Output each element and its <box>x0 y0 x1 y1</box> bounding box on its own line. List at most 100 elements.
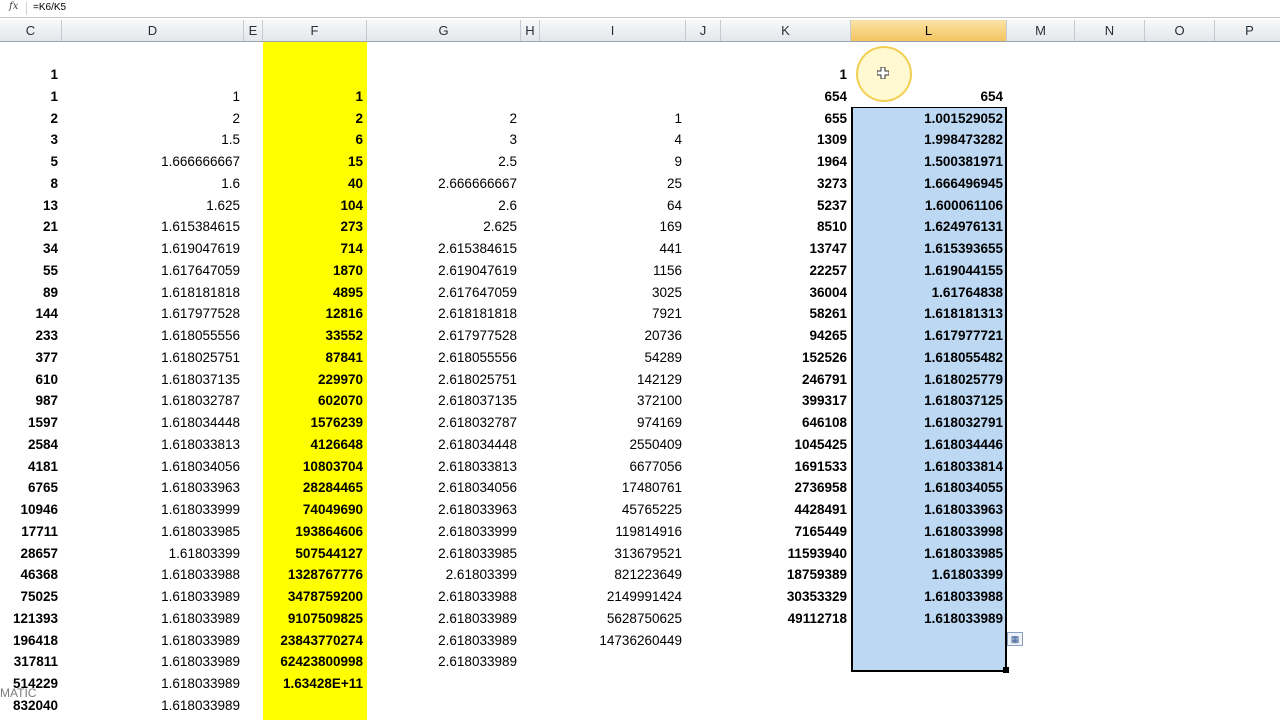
column-header-M[interactable]: M <box>1007 20 1075 41</box>
cell-K[interactable]: 399317 <box>721 390 847 412</box>
cell-I[interactable]: 372100 <box>540 390 682 412</box>
cell-C[interactable]: 28657 <box>0 543 58 565</box>
cell-G[interactable]: 2 <box>367 108 517 130</box>
cell-G[interactable]: 2.619047619 <box>367 260 517 282</box>
cell-L[interactable]: 1.615393655 <box>851 238 1003 260</box>
cell-L[interactable]: 1.618055482 <box>851 347 1003 369</box>
cell-L[interactable]: 1.624976131 <box>851 216 1003 238</box>
cell-K[interactable]: 49112718 <box>721 608 847 630</box>
cell-I[interactable]: 64 <box>540 195 682 217</box>
cell-C[interactable]: 196418 <box>0 630 58 652</box>
cell-K[interactable]: 7165449 <box>721 521 847 543</box>
cell-K[interactable]: 30353329 <box>721 586 847 608</box>
cell-L[interactable]: 1.618033989 <box>851 608 1003 630</box>
cell-C[interactable]: 46368 <box>0 564 58 586</box>
cell-G[interactable]: 2.615384615 <box>367 238 517 260</box>
cell-K[interactable]: 246791 <box>721 369 847 391</box>
cell-L[interactable]: 1.001529052 <box>851 108 1003 130</box>
cell-D[interactable]: 1.618055556 <box>62 325 240 347</box>
cell-D[interactable]: 1.61803399 <box>62 543 240 565</box>
cell-F[interactable]: 1576239 <box>263 412 363 434</box>
cell-D[interactable]: 1.615384615 <box>62 216 240 238</box>
cell-K[interactable]: 1691533 <box>721 456 847 478</box>
cell-C[interactable]: 34 <box>0 238 58 260</box>
cell-I[interactable]: 974169 <box>540 412 682 434</box>
cell-D[interactable]: 1.618034448 <box>62 412 240 434</box>
cell-C[interactable]: 8 <box>0 173 58 195</box>
cell-G[interactable]: 3 <box>367 129 517 151</box>
cell-C[interactable]: 13 <box>0 195 58 217</box>
cell-D[interactable]: 1.617647059 <box>62 260 240 282</box>
cell-I[interactable]: 5628750625 <box>540 608 682 630</box>
cell-F[interactable]: 229970 <box>263 369 363 391</box>
cell-C[interactable]: 5 <box>0 151 58 173</box>
cell-G[interactable]: 2.618033989 <box>367 651 517 673</box>
cell-D[interactable]: 1.5 <box>62 129 240 151</box>
cell-D[interactable]: 1.618033989 <box>62 630 240 652</box>
cell-C[interactable]: 144 <box>0 303 58 325</box>
cell-L[interactable]: 1.618032791 <box>851 412 1003 434</box>
cell-D[interactable]: 1.625 <box>62 195 240 217</box>
cell-K[interactable]: 2736958 <box>721 477 847 499</box>
cell-F[interactable]: 28284465 <box>263 477 363 499</box>
cell-G[interactable]: 2.618034056 <box>367 477 517 499</box>
cell-C[interactable]: 233 <box>0 325 58 347</box>
cell-I[interactable]: 1156 <box>540 260 682 282</box>
cell-L[interactable]: 1.617977721 <box>851 325 1003 347</box>
cell-I[interactable]: 45765225 <box>540 499 682 521</box>
cell-L[interactable]: 1.618034055 <box>851 477 1003 499</box>
cell-C[interactable]: 121393 <box>0 608 58 630</box>
fx-icon[interactable]: fx <box>9 1 18 12</box>
cell-C[interactable]: 6765 <box>0 477 58 499</box>
cell-F[interactable]: 1.63428E+11 <box>263 673 363 695</box>
cell-L[interactable]: 1.618181313 <box>851 303 1003 325</box>
cell-F[interactable]: 602070 <box>263 390 363 412</box>
cell-K[interactable]: 655 <box>721 108 847 130</box>
cell-D[interactable]: 1.618025751 <box>62 347 240 369</box>
cell-G[interactable]: 2.618181818 <box>367 303 517 325</box>
cell-F[interactable]: 4895 <box>263 282 363 304</box>
cell-D[interactable]: 1.619047619 <box>62 238 240 260</box>
cell-G[interactable]: 2.618034448 <box>367 434 517 456</box>
cell-L[interactable]: 1.618033963 <box>851 499 1003 521</box>
cell-F[interactable]: 1 <box>263 86 363 108</box>
cell-F[interactable]: 1870 <box>263 260 363 282</box>
cell-K[interactable]: 1964 <box>721 151 847 173</box>
cell-G[interactable]: 2.618033963 <box>367 499 517 521</box>
cell-L[interactable]: 1.618037125 <box>851 390 1003 412</box>
cell-G[interactable]: 2.6 <box>367 195 517 217</box>
column-header-K[interactable]: K <box>721 20 851 41</box>
cell-C[interactable]: 4181 <box>0 456 58 478</box>
cell-D[interactable]: 1.618037135 <box>62 369 240 391</box>
cell-I[interactable]: 142129 <box>540 369 682 391</box>
cell-I[interactable]: 54289 <box>540 347 682 369</box>
cell-D[interactable]: 1.618033813 <box>62 434 240 456</box>
column-header-O[interactable]: O <box>1145 20 1215 41</box>
cell-L[interactable]: 1.666496945 <box>851 173 1003 195</box>
cell-G[interactable]: 2.618033988 <box>367 586 517 608</box>
cell-C[interactable]: 17711 <box>0 521 58 543</box>
cell-L[interactable]: 1.618033814 <box>851 456 1003 478</box>
cell-K[interactable]: 1045425 <box>721 434 847 456</box>
cell-F[interactable]: 507544127 <box>263 543 363 565</box>
cell-D[interactable]: 1.618033988 <box>62 564 240 586</box>
cell-G[interactable]: 2.618033989 <box>367 608 517 630</box>
cell-D[interactable]: 1.618034056 <box>62 456 240 478</box>
cell-C[interactable]: 89 <box>0 282 58 304</box>
auto-fill-options-icon[interactable]: ▦ <box>1007 632 1023 646</box>
cell-K[interactable]: 646108 <box>721 412 847 434</box>
cell-I[interactable]: 14736260449 <box>540 630 682 652</box>
cell-G[interactable]: 2.617977528 <box>367 325 517 347</box>
cell-I[interactable]: 4 <box>540 129 682 151</box>
cell-F[interactable]: 2 <box>263 108 363 130</box>
cell-D[interactable]: 1.618033989 <box>62 695 240 717</box>
cell-I[interactable]: 25 <box>540 173 682 195</box>
column-header-J[interactable]: J <box>686 20 721 41</box>
column-header-D[interactable]: D <box>62 20 244 41</box>
cell-D[interactable]: 2 <box>62 108 240 130</box>
column-header-G[interactable]: G <box>367 20 521 41</box>
column-header-I[interactable]: I <box>540 20 686 41</box>
cell-F[interactable]: 9107509825 <box>263 608 363 630</box>
cell-G[interactable]: 2.618025751 <box>367 369 517 391</box>
cell-K[interactable]: 654 <box>721 86 847 108</box>
